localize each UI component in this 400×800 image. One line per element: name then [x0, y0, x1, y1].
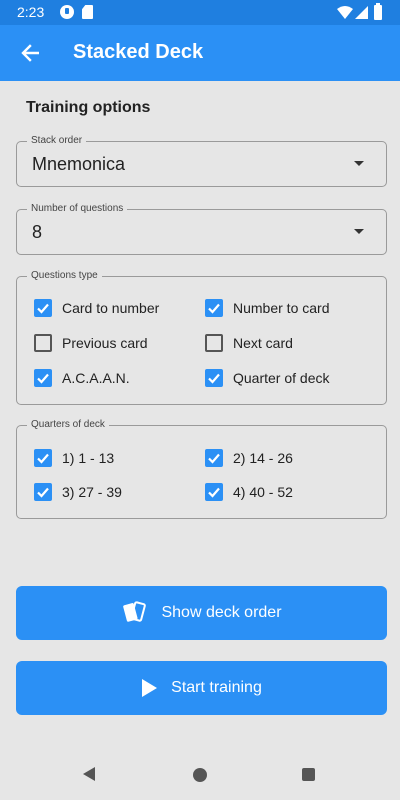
dropdown-arrow-icon [354, 229, 364, 234]
checkbox-icon [34, 369, 52, 387]
checkbox-icon [205, 334, 223, 352]
number-of-questions-value: 8 [32, 222, 43, 242]
checkbox-icon [34, 483, 52, 501]
wifi-icon [337, 6, 353, 19]
checkbox-label: Previous card [62, 335, 148, 351]
start-training-button[interactable]: Start training [16, 661, 387, 715]
checkbox-icon [205, 369, 223, 387]
stack-order-value: Mnemonica [32, 154, 126, 174]
checkbox-previous-card[interactable]: Previous card [34, 334, 148, 352]
nav-back-icon[interactable] [83, 767, 95, 781]
questions-type-group: Questions type Card to number Number to … [16, 270, 387, 405]
number-of-questions-label: Number of questions [27, 203, 128, 215]
quarters-of-deck-group: Quarters of deck 1) 1 - 13 2) 14 - 26 3)… [16, 419, 387, 519]
quarters-of-deck-label: Quarters of deck [27, 419, 109, 431]
checkbox-label: 3) 27 - 39 [62, 484, 122, 500]
questions-type-label: Questions type [27, 270, 102, 282]
status-bar: 2:23 [0, 0, 400, 25]
stack-order-label: Stack order [27, 135, 87, 147]
stack-order-dropdown[interactable]: Stack order Mnemonica [16, 135, 387, 187]
back-arrow-icon [21, 44, 39, 62]
checkbox-card-to-number[interactable]: Card to number [34, 299, 159, 317]
checkbox-icon [205, 483, 223, 501]
nav-home-icon[interactable] [193, 768, 207, 782]
app-title: Stacked Deck [73, 41, 204, 63]
checkbox-label: Card to number [62, 300, 160, 316]
checkbox-icon [34, 449, 52, 467]
checkbox-quarter-4[interactable]: 4) 40 - 52 [205, 483, 293, 501]
checkbox-label: Next card [233, 335, 293, 351]
show-deck-order-button[interactable]: Show deck order [16, 586, 387, 640]
training-options-title: Training options [26, 99, 151, 116]
checkbox-quarter-3[interactable]: 3) 27 - 39 [34, 483, 122, 501]
app-bar: Stacked Deck [0, 25, 400, 81]
status-time: 2:23 [17, 4, 45, 20]
number-of-questions-dropdown[interactable]: Number of questions 8 [16, 203, 387, 255]
nav-recents-icon[interactable] [302, 768, 315, 781]
checkbox-number-to-card[interactable]: Number to card [205, 299, 329, 317]
checkbox-next-card[interactable]: Next card [205, 334, 293, 352]
checkbox-quarter-1[interactable]: 1) 1 - 13 [34, 449, 114, 467]
back-button[interactable] [12, 35, 48, 71]
checkbox-icon [205, 299, 223, 317]
battery-icon [374, 3, 382, 20]
show-deck-order-label: Show deck order [161, 604, 282, 621]
system-nav-bar [0, 750, 400, 800]
cards-icon [121, 601, 147, 625]
dropdown-arrow-icon [354, 161, 364, 166]
checkbox-label: 2) 14 - 26 [233, 450, 293, 466]
checkbox-label: A.C.A.A.N. [62, 370, 130, 386]
checkbox-acaan[interactable]: A.C.A.A.N. [34, 369, 130, 387]
signal-icon [355, 6, 368, 19]
checkbox-quarter-2[interactable]: 2) 14 - 26 [205, 449, 293, 467]
start-training-label: Start training [171, 679, 262, 696]
checkbox-icon [205, 449, 223, 467]
play-icon [141, 679, 158, 697]
checkbox-label: Quarter of deck [233, 370, 330, 386]
checkbox-label: 4) 40 - 52 [233, 484, 293, 500]
notification-icon [60, 5, 74, 19]
checkbox-label: Number to card [233, 300, 330, 316]
checkbox-label: 1) 1 - 13 [62, 450, 115, 466]
checkbox-quarter-of-deck[interactable]: Quarter of deck [205, 369, 330, 387]
checkbox-icon [34, 334, 52, 352]
checkbox-icon [34, 299, 52, 317]
sd-card-icon [82, 5, 93, 19]
